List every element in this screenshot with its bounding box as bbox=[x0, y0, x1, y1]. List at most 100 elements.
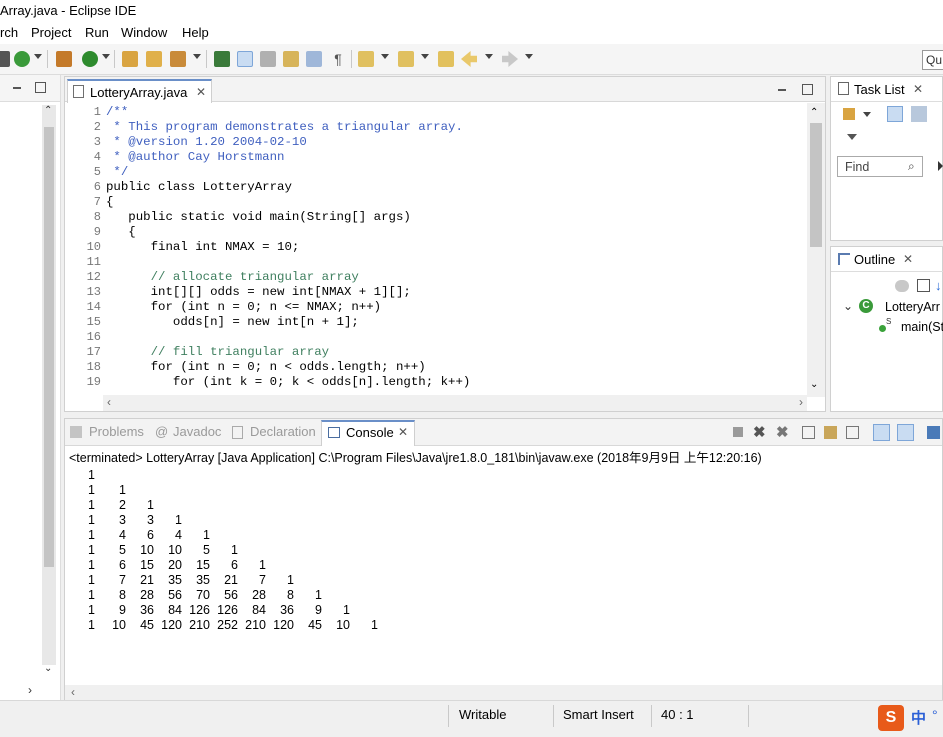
code-line: // fill triangular array bbox=[106, 345, 330, 359]
menu-window[interactable]: Window bbox=[121, 25, 167, 40]
new-task-icon[interactable] bbox=[843, 108, 855, 120]
maximize-icon[interactable] bbox=[35, 82, 46, 93]
menu-search[interactable]: rch bbox=[0, 25, 18, 40]
scroll-lock-icon[interactable] bbox=[824, 426, 837, 439]
forward-icon[interactable] bbox=[502, 51, 518, 67]
terminate-icon[interactable] bbox=[733, 427, 743, 437]
outline-class-item[interactable]: LotteryArr bbox=[885, 300, 940, 314]
back-icon[interactable] bbox=[461, 51, 477, 67]
last-edit-icon[interactable] bbox=[438, 51, 454, 67]
tab-problems[interactable]: Problems bbox=[89, 424, 144, 439]
chevron-right-icon[interactable] bbox=[938, 161, 943, 171]
tab-console[interactable]: Console ✕ bbox=[321, 420, 415, 446]
line-number: 11 bbox=[86, 255, 101, 269]
word-wrap-icon[interactable] bbox=[283, 51, 299, 67]
quick-access-input[interactable]: Qu bbox=[922, 50, 943, 70]
scrollbar-thumb[interactable] bbox=[44, 127, 54, 567]
minimize-icon[interactable] bbox=[778, 89, 786, 91]
code-line: { bbox=[106, 195, 114, 209]
scheduled-icon[interactable] bbox=[911, 106, 927, 122]
mark-occurrences-icon[interactable] bbox=[237, 51, 253, 67]
chevron-down-icon[interactable] bbox=[485, 54, 493, 59]
console-value: 4 bbox=[119, 528, 126, 542]
close-icon[interactable]: ✕ bbox=[196, 85, 206, 99]
chevron-down-icon[interactable] bbox=[525, 54, 533, 59]
close-icon[interactable]: ✕ bbox=[903, 252, 913, 266]
remove-launch-icon[interactable]: ✖ bbox=[753, 423, 766, 441]
new-package-icon[interactable] bbox=[56, 51, 72, 67]
console-value: 1 bbox=[88, 528, 95, 542]
show-on-stdout-icon[interactable] bbox=[873, 424, 890, 441]
console-value: 36 bbox=[280, 603, 294, 617]
chevron-down-icon[interactable]: ⌄ bbox=[44, 663, 52, 674]
chevron-down-icon[interactable] bbox=[863, 112, 871, 117]
line-number: 10 bbox=[86, 240, 101, 254]
pilcrow-icon[interactable]: ¶ bbox=[330, 51, 346, 67]
categorize-icon[interactable] bbox=[887, 106, 903, 122]
ime-mode-label[interactable]: 中 bbox=[911, 707, 926, 728]
close-icon[interactable]: ✕ bbox=[913, 82, 923, 96]
chevron-down-icon[interactable]: ⌄ bbox=[843, 299, 853, 313]
code-area[interactable]: /** * This program demonstrates a triang… bbox=[106, 104, 796, 394]
chevron-left-icon[interactable]: ‹ bbox=[71, 685, 75, 699]
collapse-all-icon[interactable] bbox=[917, 279, 930, 292]
console-value: 1 bbox=[88, 468, 95, 482]
pin-console-icon[interactable] bbox=[927, 426, 940, 439]
console-value: 10 bbox=[112, 618, 126, 632]
new-class-icon[interactable] bbox=[82, 51, 98, 67]
chevron-up-icon[interactable]: ⌃ bbox=[810, 107, 818, 118]
chevron-left-icon[interactable]: ‹ bbox=[107, 395, 111, 409]
clear-console-icon[interactable] bbox=[802, 426, 815, 439]
editor-horizontal-scrollbar[interactable]: ‹ › bbox=[103, 395, 807, 411]
open-folder-icon[interactable] bbox=[146, 51, 162, 67]
console-horizontal-scrollbar[interactable]: ‹ bbox=[65, 685, 942, 701]
chevron-right-icon[interactable]: › bbox=[799, 395, 803, 409]
chevron-down-icon[interactable]: ⌄ bbox=[810, 379, 818, 390]
task-find-input[interactable]: Find ⌕ bbox=[837, 156, 923, 177]
toolbar-left-icon[interactable] bbox=[0, 51, 10, 67]
chevron-down-icon[interactable] bbox=[381, 54, 389, 59]
menu-run[interactable]: Run bbox=[85, 25, 109, 40]
tab-javadoc[interactable]: Javadoc bbox=[173, 424, 221, 439]
quick-access-placeholder: Qu bbox=[926, 53, 943, 67]
next-annotation-icon[interactable] bbox=[358, 51, 374, 67]
previous-annotation-icon[interactable] bbox=[398, 51, 414, 67]
word-wrap-icon[interactable] bbox=[846, 426, 859, 439]
menu-project[interactable]: Project bbox=[31, 25, 71, 40]
close-icon[interactable]: ✕ bbox=[398, 425, 408, 439]
sort-icon[interactable]: ↓ bbox=[935, 278, 942, 293]
chevron-right-icon[interactable]: › bbox=[28, 683, 32, 697]
toggle-annotation-icon[interactable] bbox=[214, 51, 230, 67]
editor-vertical-scrollbar[interactable]: ⌃ ⌄ bbox=[807, 103, 825, 397]
scrollbar[interactable] bbox=[42, 105, 56, 665]
menu-help[interactable]: Help bbox=[182, 25, 209, 40]
view-menu-icon[interactable] bbox=[847, 134, 857, 140]
chevron-down-icon[interactable] bbox=[102, 54, 110, 59]
show-on-stderr-icon[interactable] bbox=[897, 424, 914, 441]
block-selection-icon[interactable] bbox=[260, 51, 276, 67]
open-type-icon[interactable] bbox=[122, 51, 138, 67]
outline-method-item[interactable]: main(St bbox=[901, 320, 943, 334]
editor-tab[interactable]: LotteryArray.java ✕ bbox=[67, 79, 212, 103]
console-output[interactable]: 1 1 1 1 2 1 1 3 3 1 1 4 6 4 1 1 5 10 10 5 1 1 6 15 20 15 6 1 1 7 21 35 3… bbox=[65, 463, 925, 643]
editor-tab-header: LotteryArray.java ✕ bbox=[65, 77, 825, 103]
hide-fields-icon[interactable] bbox=[895, 280, 909, 292]
ime-punctuation-icon[interactable]: ° bbox=[932, 707, 938, 723]
chevron-up-icon[interactable]: ⌃ bbox=[44, 105, 52, 116]
scrollbar-thumb[interactable] bbox=[810, 123, 822, 247]
search-icon[interactable] bbox=[170, 51, 186, 67]
debug-icon[interactable] bbox=[14, 51, 30, 67]
console-value: 126 bbox=[189, 603, 210, 617]
remove-all-icon[interactable]: ✖ bbox=[776, 423, 789, 441]
search-icon[interactable]: ⌕ bbox=[908, 159, 915, 174]
maximize-icon[interactable] bbox=[802, 84, 813, 95]
chevron-down-icon[interactable] bbox=[193, 54, 201, 59]
tab-declaration[interactable]: Declaration bbox=[250, 424, 316, 439]
chevron-down-icon[interactable] bbox=[421, 54, 429, 59]
breadcrumb-icon[interactable] bbox=[306, 51, 322, 67]
chevron-down-icon[interactable] bbox=[34, 54, 42, 59]
minimize-icon[interactable] bbox=[13, 87, 21, 89]
ime-logo-icon[interactable]: S bbox=[878, 705, 904, 731]
status-insert-mode[interactable]: Smart Insert bbox=[563, 707, 634, 722]
console-value: 56 bbox=[168, 588, 182, 602]
